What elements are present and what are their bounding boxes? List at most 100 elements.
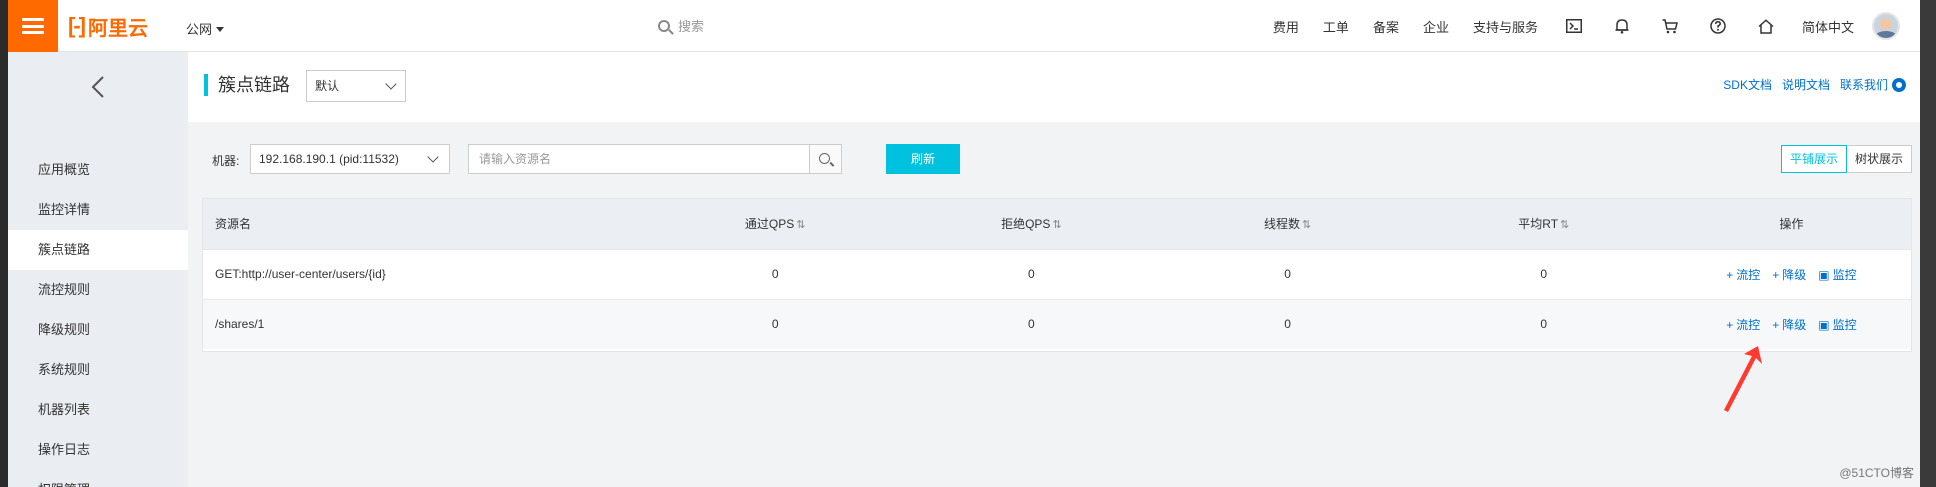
sidebar-item-app-overview[interactable]: 应用概览 xyxy=(8,150,188,190)
language-switch[interactable]: 简体中文 xyxy=(1802,17,1854,36)
search-icon xyxy=(658,19,670,32)
sidebar: 应用概览 监控详情 簇点链路 流控规则 降级规则 系统规则 机器列表 操作日志 … xyxy=(8,52,188,487)
region-dropdown[interactable]: 公网 xyxy=(186,19,225,38)
sort-icon[interactable]: ⇅ xyxy=(1302,219,1311,231)
flat-view-button[interactable]: 平铺展示 xyxy=(1780,145,1847,173)
col-threads-label: 线程数 xyxy=(1263,217,1300,232)
cell-pass-qps: 0 xyxy=(647,248,904,299)
monitor-icon: ▣ xyxy=(1818,317,1830,332)
monitor-label: 监控 xyxy=(1832,317,1857,332)
plus-icon: + xyxy=(1772,317,1780,332)
hamburger-icon xyxy=(22,18,44,34)
monitor-label: 监控 xyxy=(1832,267,1857,282)
region-label: 公网 xyxy=(186,22,213,37)
refresh-button[interactable]: 刷新 xyxy=(886,144,960,174)
chevron-left-icon xyxy=(91,76,104,98)
sidebar-item-system-rules[interactable]: 系统规则 xyxy=(8,350,188,390)
degrade-label: 降级 xyxy=(1782,317,1807,332)
home-icon[interactable] xyxy=(1754,14,1778,38)
chevron-down-icon xyxy=(385,78,397,90)
contact-us-link[interactable]: 联系我们 xyxy=(1840,76,1888,93)
nav-link-billing[interactable]: 费用 xyxy=(1273,17,1299,36)
top-navbar: [-] 阿里云 公网 搜索 费用 工单 备案 企业 支持与服务 简体中文 xyxy=(8,0,1920,52)
resource-search-button[interactable] xyxy=(810,144,842,174)
filter-toolbar: 机器: 192.168.190.1 (pid:11532) 请输入资源名 刷新 … xyxy=(212,142,1912,178)
sort-icon[interactable]: ⇅ xyxy=(1052,219,1061,231)
cell-avg-rt: 0 xyxy=(1415,248,1672,299)
sidebar-item-machine-list[interactable]: 机器列表 xyxy=(8,390,188,430)
sdk-doc-link[interactable]: SDK文档 xyxy=(1723,76,1772,93)
cell-resource: /shares/1 xyxy=(203,298,648,349)
right-window-edge xyxy=(1920,0,1936,487)
terminal-icon[interactable] xyxy=(1562,14,1586,38)
nav-link-enterprise[interactable]: 企业 xyxy=(1423,17,1449,36)
collapse-sidebar-button[interactable] xyxy=(8,52,188,122)
plus-icon: + xyxy=(1726,267,1734,282)
cell-block-qps: 0 xyxy=(903,248,1160,299)
table-row: /shares/1 0 0 0 0 + 流控 + 降级 ▣ 监控 xyxy=(203,298,1911,349)
help-icon[interactable] xyxy=(1706,14,1730,38)
aliyun-logo[interactable]: [-] 阿里云 xyxy=(68,13,148,40)
cell-block-qps: 0 xyxy=(903,298,1160,349)
monitor-button[interactable]: ▣ 监控 xyxy=(1818,266,1856,283)
plus-icon: + xyxy=(1772,267,1780,282)
global-search[interactable]: 搜索 xyxy=(658,16,704,35)
page-header: 簇点链路 默认 SDK文档 说明文档 联系我们 xyxy=(188,52,1920,122)
sidebar-item-degrade-rules[interactable]: 降级规则 xyxy=(8,310,188,350)
monitor-icon: ▣ xyxy=(1818,267,1830,282)
hamburger-menu-button[interactable] xyxy=(8,0,58,52)
col-pass-qps[interactable]: 通过QPS ⇅ xyxy=(647,199,904,249)
search-icon xyxy=(819,153,830,164)
col-block-qps[interactable]: 拒绝QPS ⇅ xyxy=(903,199,1160,249)
cell-avg-rt: 0 xyxy=(1415,298,1672,349)
cell-pass-qps: 0 xyxy=(647,298,904,349)
resource-search-input[interactable]: 请输入资源名 xyxy=(468,144,810,174)
page-title: 簇点链路 xyxy=(204,74,290,96)
top-links: 费用 工单 备案 企业 支持与服务 简体中文 xyxy=(1273,0,1920,52)
add-flow-rule-button[interactable]: + 流控 xyxy=(1726,316,1760,333)
col-resource-name: 资源名 xyxy=(203,199,648,249)
monitor-button[interactable]: ▣ 监控 xyxy=(1818,316,1856,333)
sort-icon[interactable]: ⇅ xyxy=(796,219,805,231)
contact-icon[interactable] xyxy=(1892,77,1906,92)
sidebar-item-cluster-link[interactable]: 簇点链路 xyxy=(8,230,188,270)
bell-icon[interactable] xyxy=(1610,14,1634,38)
flow-label: 流控 xyxy=(1736,267,1761,282)
manual-doc-link[interactable]: 说明文档 xyxy=(1782,76,1830,93)
cell-ops: + 流控 + 降级 ▣ 监控 xyxy=(1671,298,1911,349)
add-degrade-rule-button[interactable]: + 降级 xyxy=(1772,266,1806,283)
left-window-edge xyxy=(0,0,8,487)
nav-link-icp[interactable]: 备案 xyxy=(1373,17,1399,36)
col-pass-qps-label: 通过QPS xyxy=(744,217,795,232)
add-degrade-rule-button[interactable]: + 降级 xyxy=(1772,316,1806,333)
app-group-select-value: 默认 xyxy=(315,79,340,93)
watermark: @51CTO博客 xyxy=(1839,466,1914,480)
caret-down-icon xyxy=(216,27,225,32)
user-avatar[interactable] xyxy=(1872,12,1900,40)
cell-threads: 0 xyxy=(1159,248,1416,299)
nav-link-support[interactable]: 支持与服务 xyxy=(1473,17,1538,36)
machine-select[interactable]: 192.168.190.1 (pid:11532) xyxy=(250,144,450,174)
col-avg-rt-label: 平均RT xyxy=(1518,217,1559,232)
flow-label: 流控 xyxy=(1736,317,1761,332)
add-flow-rule-button[interactable]: + 流控 xyxy=(1726,266,1760,283)
sidebar-item-operation-log[interactable]: 操作日志 xyxy=(8,430,188,470)
sidebar-item-monitor-detail[interactable]: 监控详情 xyxy=(8,190,188,230)
cell-resource: GET:http://user-center/users/{id} xyxy=(203,248,648,299)
cart-icon[interactable] xyxy=(1658,14,1682,38)
tree-view-button[interactable]: 树状展示 xyxy=(1846,145,1912,173)
sidebar-item-permissions[interactable]: 权限管理 xyxy=(8,470,188,487)
sidebar-item-flow-rules[interactable]: 流控规则 xyxy=(8,270,188,310)
nav-link-tickets[interactable]: 工单 xyxy=(1323,17,1349,36)
plus-icon: + xyxy=(1726,317,1734,332)
machine-label: 机器: xyxy=(212,154,240,168)
logo-text: 阿里云 xyxy=(87,17,148,40)
sort-icon[interactable]: ⇅ xyxy=(1560,219,1569,231)
app-group-select[interactable]: 默认 xyxy=(306,70,406,102)
col-avg-rt[interactable]: 平均RT ⇅ xyxy=(1415,199,1672,249)
cell-threads: 0 xyxy=(1159,298,1416,349)
table-row: GET:http://user-center/users/{id} 0 0 0 … xyxy=(203,248,1911,299)
annotation-arrow-icon xyxy=(1724,346,1762,412)
header-links: SDK文档 说明文档 联系我们 xyxy=(1713,76,1906,93)
col-threads[interactable]: 线程数 ⇅ xyxy=(1159,199,1416,249)
